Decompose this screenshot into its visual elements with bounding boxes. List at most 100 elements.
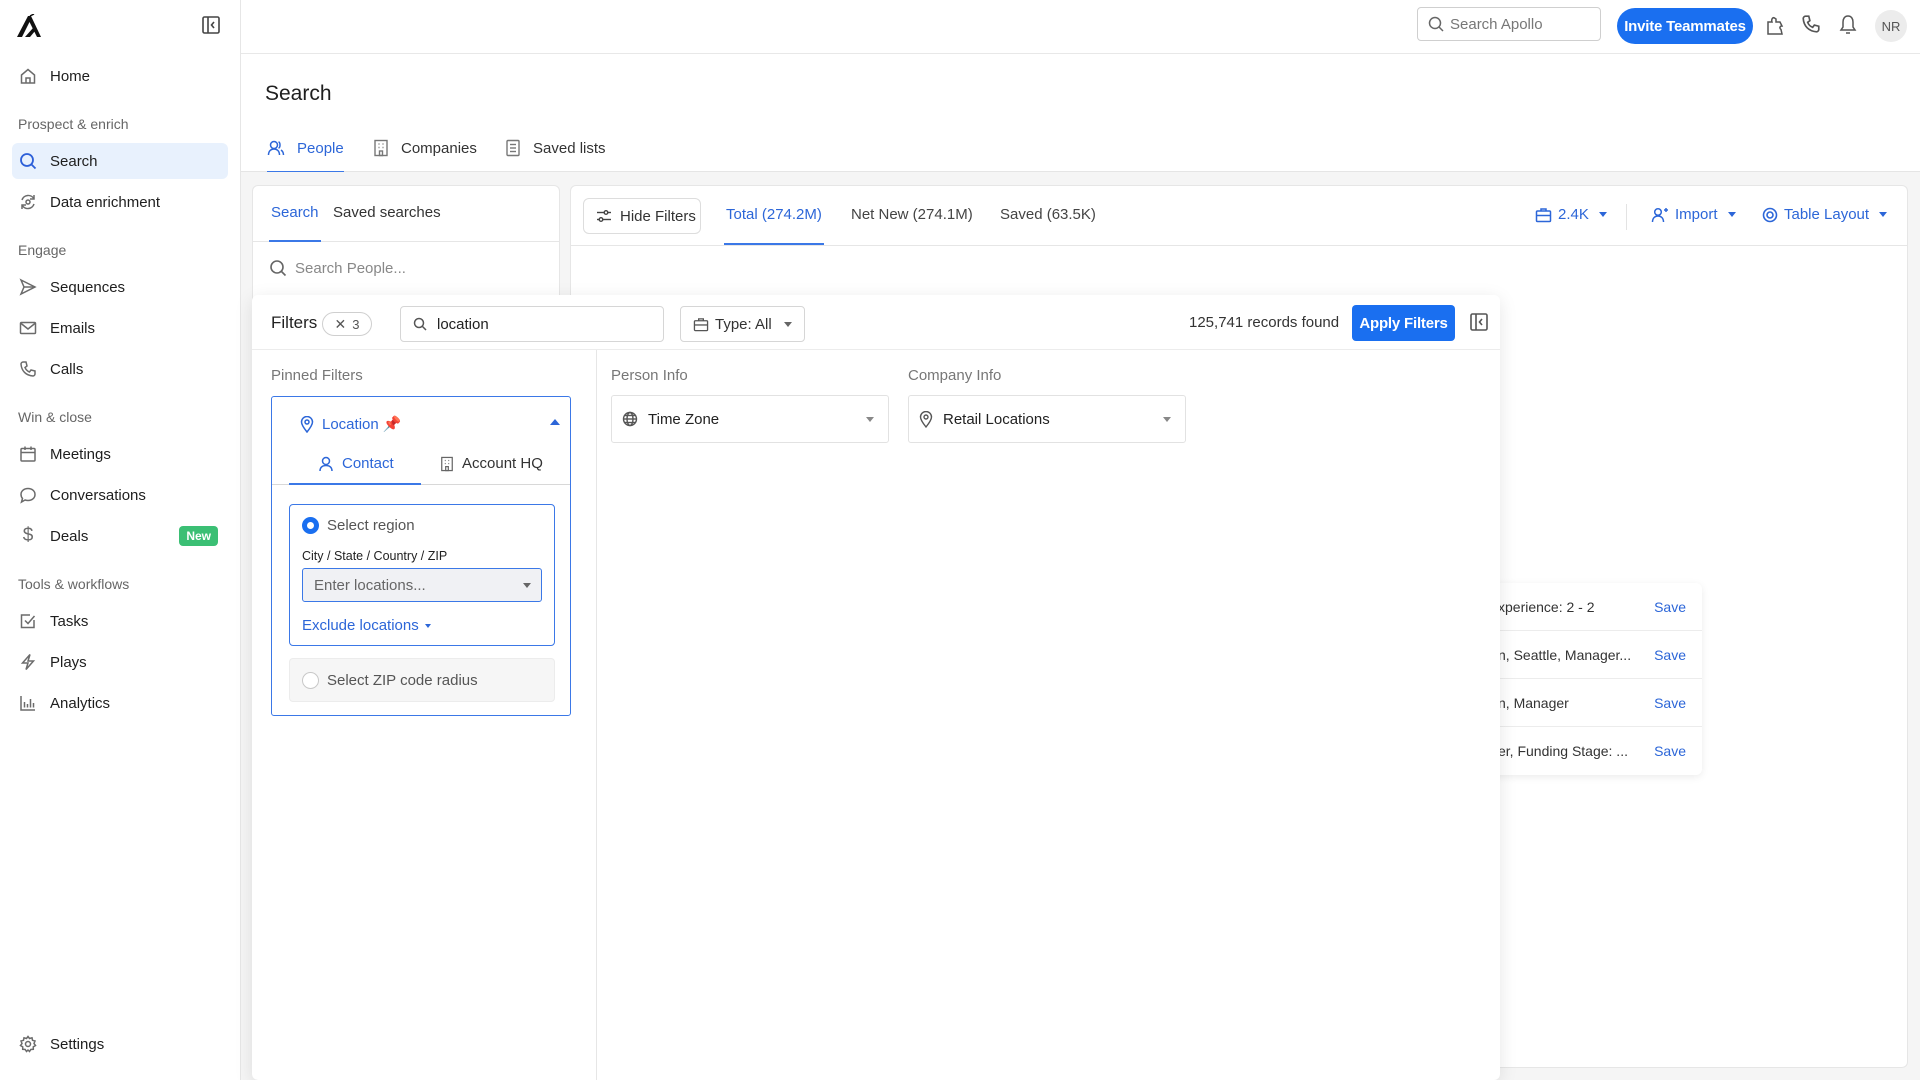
chat-bubble-icon [18, 485, 38, 505]
saved-search-text: er, Funding Stage: ... [1498, 743, 1628, 759]
save-link[interactable]: Save [1654, 743, 1686, 759]
list-icon [505, 139, 521, 157]
saved-search-text: xperience: 2 - 2 [1498, 598, 1595, 615]
pinned-icon[interactable]: 📌 [383, 415, 402, 433]
exclude-locations-toggle[interactable]: Exclude locations [302, 617, 431, 634]
collapse-sidebar-icon[interactable] [201, 15, 221, 35]
caret-down-icon [1879, 212, 1888, 217]
sidebar-item-label: Deals [50, 527, 89, 545]
page-title: Search [265, 82, 332, 105]
search-panel-tabs: Search Saved searches [253, 186, 559, 242]
filters-overlay: Filters ✕ 3 location Type: All 125,741 r… [252, 295, 1500, 1080]
save-link[interactable]: Save [1654, 695, 1686, 711]
zip-radius-label: Select ZIP code radius [327, 672, 478, 689]
type-dropdown[interactable]: Type: All [680, 306, 805, 342]
collapse-caret-icon[interactable] [550, 419, 560, 425]
tab-label: Saved lists [533, 139, 606, 157]
caret-down-icon [523, 583, 531, 588]
home-icon [18, 66, 38, 86]
sidebar-item-conversations[interactable]: Conversations [12, 477, 228, 513]
credits-dropdown[interactable]: 2.4K [1535, 206, 1607, 223]
tab-contact[interactable]: Contact [318, 455, 394, 472]
select-region-option: Select region City / State / Country / Z… [289, 504, 555, 646]
zip-radius-option[interactable]: Select ZIP code radius [289, 658, 555, 702]
apollo-logo[interactable] [16, 14, 42, 38]
time-zone-label: Time Zone [648, 410, 720, 428]
table-layout-label: Table Layout [1784, 206, 1870, 223]
mail-icon [18, 318, 38, 338]
tab-account-hq[interactable]: Account HQ [440, 455, 543, 472]
toolbar-divider [1626, 204, 1627, 230]
section-engage: Engage [18, 242, 67, 258]
map-pin-icon [919, 410, 933, 428]
user-avatar[interactable]: NR [1875, 10, 1907, 42]
calendar-icon [18, 444, 38, 464]
send-icon [18, 277, 38, 297]
apply-filters-button[interactable]: Apply Filters [1352, 305, 1455, 341]
puzzle-icon[interactable] [1765, 14, 1787, 36]
search-people-input[interactable]: Search People... [253, 242, 559, 294]
tab-saved-searches[interactable]: Saved searches [333, 204, 441, 221]
add-person-icon [1651, 207, 1668, 222]
map-pin-icon [300, 415, 314, 433]
view-tab-net-new[interactable]: Net New (274.1M) [851, 206, 973, 223]
building-icon [441, 456, 453, 471]
bar-chart-icon [18, 693, 38, 713]
sidebar-item-calls[interactable]: Calls [12, 351, 228, 387]
sidebar-item-sequences[interactable]: Sequences [12, 269, 228, 305]
sidebar-item-label: Tasks [50, 612, 89, 630]
table-layout-dropdown[interactable]: Table Layout [1762, 206, 1888, 223]
eye-icon [1762, 207, 1778, 222]
import-dropdown[interactable]: Import [1651, 206, 1736, 223]
select-region-radio[interactable] [302, 517, 319, 534]
caret-down-icon [1727, 212, 1736, 217]
sidebar-item-label: Plays [50, 653, 87, 671]
sidebar-item-label: Data enrichment [50, 193, 161, 211]
view-tab-total[interactable]: Total (274.2M) [724, 206, 824, 245]
briefcase-icon [693, 317, 709, 331]
sidebar-item-meetings[interactable]: Meetings [12, 436, 228, 472]
tab-companies[interactable]: Companies [373, 124, 477, 172]
zip-radius-radio[interactable] [302, 672, 319, 689]
invite-teammates-button[interactable]: Invite Teammates [1617, 8, 1753, 44]
pinned-filters-label: Pinned Filters [271, 367, 363, 384]
time-zone-filter[interactable]: Time Zone [611, 395, 889, 443]
hide-filters-label: Hide Filters [620, 207, 696, 225]
tab-saved-lists[interactable]: Saved lists [505, 124, 606, 172]
filter-search-value: location [437, 315, 489, 333]
location-filter-header[interactable]: Location 📌 [300, 415, 401, 433]
building-icon [373, 139, 389, 157]
sidebar-item-deals[interactable]: $ Deals New [12, 518, 228, 554]
sidebar-item-tasks[interactable]: Tasks [12, 603, 228, 639]
view-tab-saved[interactable]: Saved (63.5K) [1000, 206, 1096, 223]
person-info-label: Person Info [611, 367, 688, 384]
locations-placeholder: Enter locations... [314, 576, 426, 594]
credits-label: 2.4K [1558, 206, 1589, 223]
save-link[interactable]: Save [1654, 647, 1686, 663]
clear-filters-chip[interactable]: ✕ 3 [322, 312, 372, 336]
sidebar-item-data-enrichment[interactable]: Data enrichment [12, 184, 228, 220]
hide-filters-button[interactable]: Hide Filters [583, 198, 701, 234]
collapse-filters-icon[interactable] [1469, 312, 1489, 332]
caret-down-icon [424, 623, 431, 628]
sidebar-item-plays[interactable]: Plays [12, 644, 228, 680]
filters-header: Filters ✕ 3 location Type: All 125,741 r… [252, 295, 1500, 350]
sidebar-item-settings[interactable]: Settings [12, 1026, 228, 1062]
global-search-input[interactable]: Search Apollo [1417, 7, 1601, 41]
sidebar-item-search[interactable]: Search [12, 143, 228, 179]
bell-icon[interactable] [1838, 14, 1860, 36]
sidebar-item-home[interactable]: Home [12, 58, 228, 94]
filter-search-input[interactable]: location [400, 306, 664, 342]
tab-label: People [297, 139, 344, 157]
locations-input[interactable]: Enter locations... [302, 568, 542, 602]
tab-people[interactable]: People [267, 124, 344, 173]
caret-down-icon [1598, 212, 1607, 217]
search-icon [1428, 16, 1444, 32]
tab-search[interactable]: Search [269, 204, 321, 242]
phone-icon[interactable] [1801, 14, 1823, 36]
sidebar-item-emails[interactable]: Emails [12, 310, 228, 346]
sidebar-item-analytics[interactable]: Analytics [12, 685, 228, 721]
retail-locations-filter[interactable]: Retail Locations [908, 395, 1186, 443]
save-link[interactable]: Save [1654, 599, 1686, 615]
tab-label: Companies [401, 139, 477, 157]
